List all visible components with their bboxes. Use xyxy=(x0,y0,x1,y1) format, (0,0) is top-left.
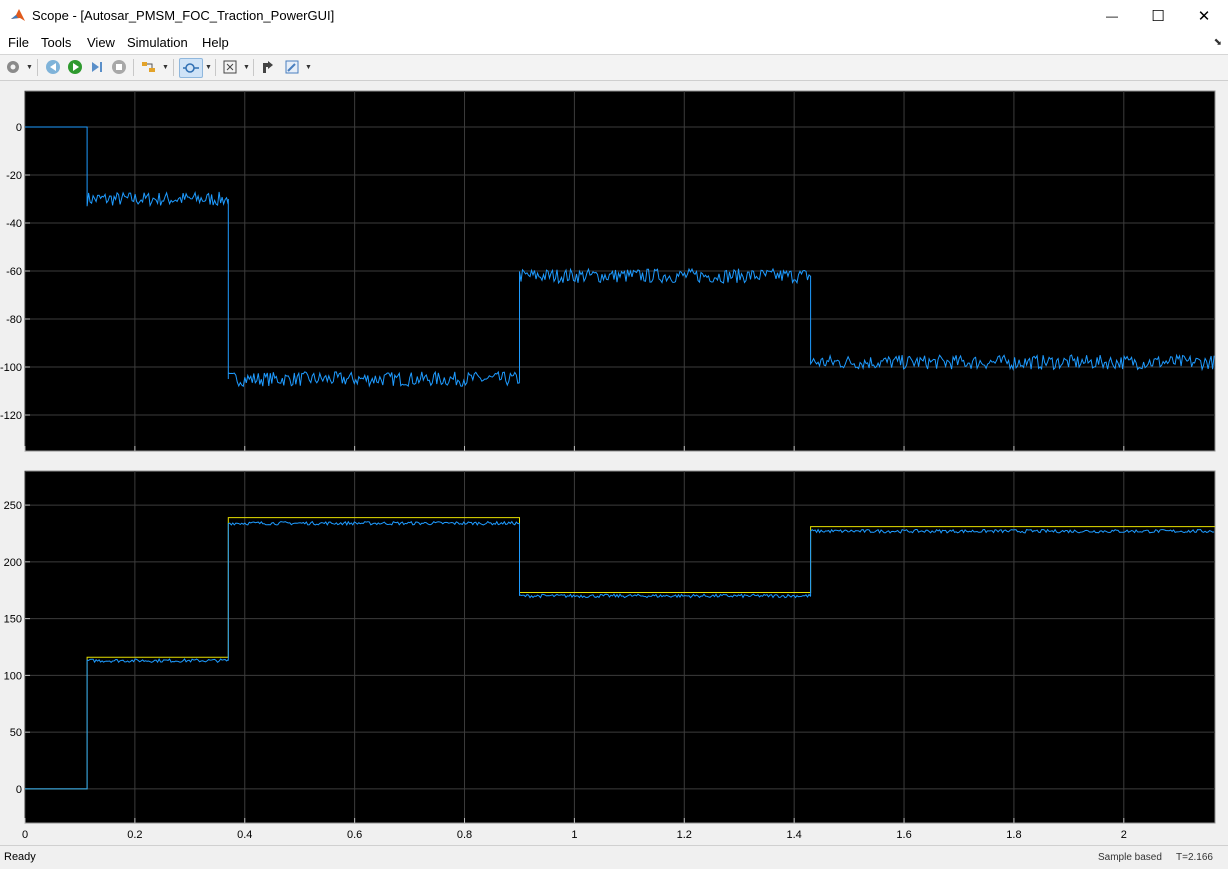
menu-help[interactable]: Help xyxy=(202,35,229,50)
x-tick-label: 1.8 xyxy=(1006,829,1021,841)
minimize-icon: — xyxy=(1106,8,1118,23)
settings-icon[interactable] xyxy=(4,58,22,76)
y-tick-label: -120 xyxy=(0,410,22,422)
window-title: Scope - [Autosar_PMSM_FOC_Traction_Power… xyxy=(32,8,335,23)
x-tick-label: 2 xyxy=(1121,829,1127,841)
cursor-measure-icon[interactable] xyxy=(259,58,277,76)
highlight-dropdown-icon[interactable]: ▼ xyxy=(162,64,169,71)
close-icon: ✕ xyxy=(1197,7,1211,25)
x-tick-label: 0 xyxy=(22,829,28,841)
autoscale-icon[interactable] xyxy=(221,58,239,76)
y-tick-label: 100 xyxy=(4,670,22,682)
status-ready: Ready xyxy=(4,851,36,863)
x-tick-label: 0.2 xyxy=(127,829,142,841)
x-tick-label: 1.2 xyxy=(677,829,692,841)
stop-icon[interactable] xyxy=(110,58,128,76)
y-tick-label: 150 xyxy=(4,614,22,626)
y-tick-label: 50 xyxy=(10,727,22,739)
undock-icon[interactable]: ⬊ xyxy=(1214,37,1222,48)
y-tick-label: 0 xyxy=(16,122,22,134)
menu-simulation[interactable]: Simulation xyxy=(127,35,188,50)
y-tick-label: 200 xyxy=(4,557,22,569)
edit-style-dropdown-icon[interactable]: ▼ xyxy=(305,64,312,71)
matlab-app-icon xyxy=(11,9,25,21)
x-tick-label: 0.8 xyxy=(457,829,472,841)
zoom-dropdown-icon[interactable]: ▼ xyxy=(205,64,212,71)
menu-tools[interactable]: Tools xyxy=(41,35,71,50)
toolbar-separator xyxy=(133,59,134,76)
y-tick-label: -80 xyxy=(6,314,22,326)
y-tick-label: -60 xyxy=(6,266,22,278)
edit-style-icon[interactable] xyxy=(283,58,301,76)
y-tick-label: -40 xyxy=(6,218,22,230)
step-back-icon[interactable] xyxy=(44,58,62,76)
highlight-icon[interactable] xyxy=(140,58,158,76)
x-tick-label: 1.4 xyxy=(787,829,802,841)
title-bar: Scope - [Autosar_PMSM_FOC_Traction_Power… xyxy=(0,0,1228,31)
maximize-icon: ☐ xyxy=(1151,7,1165,25)
settings-dropdown-icon[interactable]: ▼ xyxy=(26,64,33,71)
x-tick-label: 0.4 xyxy=(237,829,252,841)
zoom-icon[interactable] xyxy=(179,58,203,78)
maximize-button[interactable]: ☐ xyxy=(1135,0,1181,31)
menu-view[interactable]: View xyxy=(87,35,115,50)
menu-file[interactable]: File xyxy=(8,35,29,50)
menu-bar: File Tools View Simulation Help ⬊ xyxy=(0,31,1228,55)
toolbar-separator xyxy=(173,59,174,76)
x-tick-label: 0.6 xyxy=(347,829,362,841)
y-tick-label: -20 xyxy=(6,170,22,182)
toolbar-separator xyxy=(253,59,254,76)
y-tick-label: -100 xyxy=(0,362,22,374)
x-tick-label: 1 xyxy=(571,829,577,841)
minimize-button[interactable]: — xyxy=(1089,0,1135,31)
status-sample-mode: Sample based xyxy=(1098,852,1162,863)
scope-plot-svg[interactable]: 0 -20 -40 -60 -80 -100 -120 0 0.2 0.4 0.6 0.8 1 1.2 1.… xyxy=(0,81,1228,845)
step-forward-icon[interactable] xyxy=(88,58,106,76)
toolbar-separator xyxy=(37,59,38,76)
y-tick-label: 0 xyxy=(16,784,22,796)
status-bar: Ready Sample based T=2.166 xyxy=(0,845,1228,869)
axes-background xyxy=(24,470,1216,824)
y-tick-label: 250 xyxy=(4,500,22,512)
scope-display: 0 -20 -40 -60 -80 -100 -120 0 0.2 0.4 0.6 0.8 1 1.2 1.… xyxy=(0,81,1228,845)
autoscale-dropdown-icon[interactable]: ▼ xyxy=(243,64,250,71)
close-button[interactable]: ✕ xyxy=(1181,0,1227,31)
toolbar: ▼ ▼ ▼ ▼ ▼ xyxy=(0,55,1228,81)
run-icon[interactable] xyxy=(66,58,84,76)
x-tick-label: 1.6 xyxy=(896,829,911,841)
toolbar-separator xyxy=(215,59,216,76)
status-time: T=2.166 xyxy=(1176,852,1213,863)
